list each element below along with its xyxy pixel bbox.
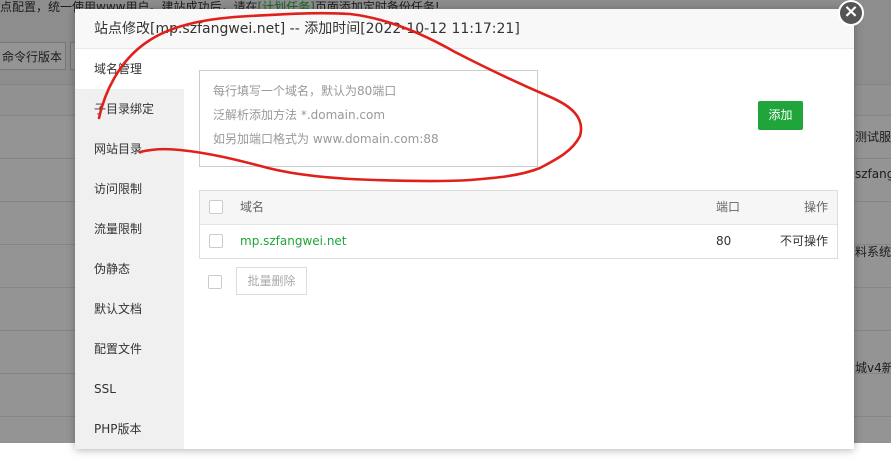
table-row: mp.szfangwei.net 80 不可操作: [200, 225, 837, 258]
domain-link[interactable]: mp.szfangwei.net: [240, 225, 347, 258]
placeholder-line: 如另加端口格式为 www.domain.com:88: [213, 132, 439, 146]
sidebar-item-php-version[interactable]: PHP版本: [75, 409, 184, 449]
placeholder-line: 泛解析添加方法 *.domain.com: [213, 108, 386, 122]
batch-delete-button[interactable]: 批量删除: [236, 267, 307, 295]
domain-management-panel: 每行填写一个域名，默认为80端口 泛解析添加方法 *.domain.com 如另…: [184, 49, 854, 449]
batch-select-checkbox[interactable]: [208, 275, 222, 289]
column-header-domain: 域名: [240, 200, 265, 214]
column-header-action: 操作: [803, 200, 828, 214]
column-header-port: 端口: [716, 200, 741, 214]
domain-input[interactable]: 每行填写一个域名，默认为80端口 泛解析添加方法 *.domain.com 如另…: [199, 70, 538, 167]
table-header-row: 域名 端口 操作: [200, 191, 837, 225]
select-all-checkbox[interactable]: [209, 200, 223, 214]
sidebar-item-domain-management[interactable]: 域名管理: [75, 49, 184, 89]
domain-table: 域名 端口 操作 mp.szfangwei.net 80 不可操作: [199, 190, 838, 259]
add-button[interactable]: 添加: [758, 101, 803, 130]
sidebar-item-access-limit[interactable]: 访问限制: [75, 169, 184, 209]
sidebar-item-rewrite[interactable]: 伪静态: [75, 249, 184, 289]
modal-sidebar: 域名管理 子目录绑定 网站目录 访问限制 流量限制 伪静态 默认文档 配置文件 …: [75, 49, 184, 449]
sidebar-item-config-file[interactable]: 配置文件: [75, 329, 184, 369]
row-checkbox[interactable]: [209, 234, 223, 248]
sidebar-item-subdirectory-binding[interactable]: 子目录绑定: [75, 89, 184, 129]
action-unavailable: 不可操作: [779, 234, 828, 248]
modal-title: 站点修改[mp.szfangwei.net] -- 添加时间[2022-10-1…: [75, 9, 854, 49]
close-icon[interactable]: ×: [838, 0, 864, 26]
sidebar-item-default-document[interactable]: 默认文档: [75, 289, 184, 329]
watermark: J9国际集团: [689, 402, 843, 437]
placeholder-line: 每行填写一个域名，默认为80端口: [213, 84, 397, 98]
domain-port: 80: [716, 234, 732, 248]
sidebar-item-ssl[interactable]: SSL: [75, 369, 184, 409]
sidebar-item-site-directory[interactable]: 网站目录: [75, 129, 184, 169]
site-edit-modal: 站点修改[mp.szfangwei.net] -- 添加时间[2022-10-1…: [75, 9, 854, 449]
sidebar-item-traffic-limit[interactable]: 流量限制: [75, 209, 184, 249]
